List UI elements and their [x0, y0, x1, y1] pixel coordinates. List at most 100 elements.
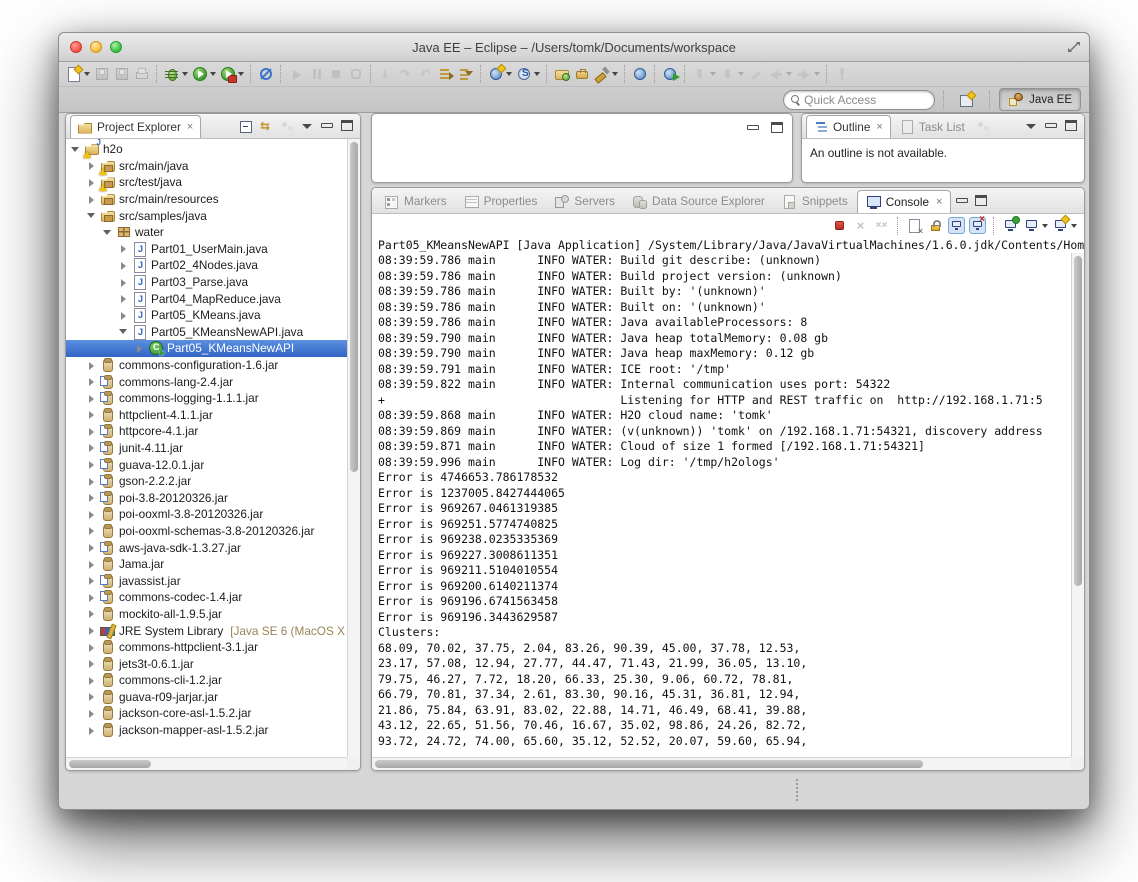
disclosure-triangle[interactable] — [86, 210, 97, 221]
dropdown-arrow-icon[interactable] — [506, 72, 512, 76]
disclosure-triangle[interactable] — [86, 426, 97, 437]
toolbar-button-forward[interactable] — [794, 63, 822, 85]
resize-icon[interactable] — [1067, 40, 1081, 59]
console-button-remove-all-terminated[interactable] — [872, 216, 891, 236]
minimize-view-button[interactable] — [318, 117, 336, 135]
disclosure-triangle[interactable] — [134, 343, 145, 354]
minimize-view-button[interactable] — [1042, 117, 1060, 135]
view-menu-button[interactable] — [298, 117, 316, 135]
toolbar-button-new-soap-service[interactable] — [514, 63, 542, 85]
tree-item-jackson-mapper-asl-1.5.2.jar[interactable]: jackson-mapper-asl-1.5.2.jar — [66, 722, 347, 739]
tree-item-guava-12.0.1.jar[interactable]: guava-12.0.1.jar — [66, 456, 347, 473]
scrollbar-thumb[interactable] — [350, 142, 358, 472]
close-icon[interactable]: × — [876, 121, 882, 133]
close-window-button[interactable] — [70, 41, 82, 53]
tree-item-guava-r09-jarjar.jar[interactable]: guava-r09-jarjar.jar — [66, 689, 347, 706]
minimize-window-button[interactable] — [90, 41, 102, 53]
console-button-remove-launch[interactable] — [851, 216, 870, 236]
console-button-open-console[interactable] — [1051, 216, 1078, 236]
toolbar-button-previous-annotation[interactable] — [718, 63, 746, 85]
disclosure-triangle[interactable] — [86, 592, 97, 603]
toolbar-button-save-as[interactable] — [112, 63, 132, 85]
tree-item-jre-system-library[interactable]: JRE System Library [Java SE 6 (MacOS X De — [66, 622, 347, 639]
disclosure-triangle[interactable] — [118, 260, 129, 271]
tree-item-src/main/resources[interactable]: src/main/resources — [66, 191, 347, 208]
open-perspective-button[interactable] — [953, 89, 981, 110]
disclosure-triangle[interactable] — [86, 542, 97, 553]
maximize-view-button[interactable] — [338, 117, 356, 135]
dropdown-arrow-icon[interactable] — [238, 72, 244, 76]
perspective-javaee-button[interactable]: Java EE — [999, 88, 1081, 111]
maximize-editor-button[interactable] — [768, 119, 786, 137]
toolbar-button-back[interactable] — [766, 63, 794, 85]
tree-item-part05_kmeansnewapi.java[interactable]: Part05_KMeansNewAPI.java — [66, 324, 347, 341]
toolbar-button-save[interactable] — [92, 63, 112, 85]
dropdown-arrow-icon[interactable] — [710, 72, 716, 76]
toolbar-button-resume[interactable] — [286, 63, 306, 85]
disclosure-triangle[interactable] — [86, 160, 97, 171]
disclosure-triangle[interactable] — [118, 277, 129, 288]
console-output[interactable]: 08:39:59.786 main INFO WATER: Build git … — [372, 253, 1071, 757]
maximize-view-button[interactable] — [1062, 117, 1080, 135]
tab-properties[interactable]: Properties — [456, 190, 546, 212]
tree-item-h2o[interactable]: h2o — [66, 139, 347, 158]
toolbar-button-debug[interactable] — [162, 63, 190, 85]
toolbar-button-step-over[interactable] — [396, 63, 416, 85]
console-button-clear-console[interactable] — [905, 216, 924, 236]
tree-item-httpcore-4.1.jar[interactable]: httpcore-4.1.jar — [66, 423, 347, 440]
tab-project-explorer[interactable]: Project Explorer × — [70, 115, 202, 138]
toolbar-button-web-browser[interactable] — [630, 63, 650, 85]
disclosure-triangle[interactable] — [86, 194, 97, 205]
zoom-window-button[interactable] — [110, 41, 122, 53]
disclosure-triangle[interactable] — [86, 658, 97, 669]
disclosure-triangle[interactable] — [86, 459, 97, 470]
tree-item-part03_parse.java[interactable]: Part03_Parse.java — [66, 274, 347, 291]
close-icon[interactable]: × — [187, 121, 193, 133]
tree-item-part01_usermain.java[interactable]: Part01_UserMain.java — [66, 241, 347, 258]
toolbar-button-use-step-filters[interactable] — [436, 63, 456, 85]
tab-servers[interactable]: Servers — [546, 190, 623, 212]
disclosure-triangle[interactable] — [102, 227, 113, 238]
toolbar-button-profile[interactable] — [592, 63, 620, 85]
minimize-view-button[interactable] — [953, 192, 971, 210]
titlebar[interactable]: Java EE – Eclipse – /Users/tomk/Document… — [59, 33, 1089, 62]
view-menu-button[interactable] — [1022, 117, 1040, 135]
disclosure-triangle[interactable] — [86, 675, 97, 686]
tree-item-commons-codec-1.4.jar[interactable]: commons-codec-1.4.jar — [66, 589, 347, 606]
tree-item-commons-configuration-1.6.jar[interactable]: commons-configuration-1.6.jar — [66, 357, 347, 374]
dropdown-arrow-icon[interactable] — [1042, 223, 1048, 228]
tree-item-poi-3.8-20120326.jar[interactable]: poi-3.8-20120326.jar — [66, 489, 347, 506]
status-drag-handle[interactable] — [796, 779, 798, 801]
disclosure-triangle[interactable] — [86, 525, 97, 536]
tree-item-part04_mapreduce.java[interactable]: Part04_MapReduce.java — [66, 290, 347, 307]
disclosure-triangle[interactable] — [86, 708, 97, 719]
toolbar-button-export[interactable] — [572, 63, 592, 85]
tree-item-jets3t-0.6.1.jar[interactable]: jets3t-0.6.1.jar — [66, 655, 347, 672]
dropdown-arrow-icon[interactable] — [814, 72, 820, 76]
console-horizontal-scrollbar[interactable] — [372, 757, 1071, 770]
tree-item-commons-httpclient-3.1.jar[interactable]: commons-httpclient-3.1.jar — [66, 639, 347, 656]
disclosure-triangle[interactable] — [70, 144, 81, 155]
toolbar-button-last-edit-location[interactable] — [746, 63, 766, 85]
disclosure-triangle[interactable] — [86, 177, 97, 188]
scrollbar-thumb[interactable] — [375, 760, 923, 768]
dropdown-arrow-icon[interactable] — [84, 72, 90, 76]
toolbar-button-suspend[interactable] — [306, 63, 326, 85]
minimize-editor-button[interactable] — [744, 119, 762, 137]
disclosure-triangle[interactable] — [86, 492, 97, 503]
tree-item-src/samples/java[interactable]: src/samples/java — [66, 207, 347, 224]
console-button-show-on-stderr[interactable] — [968, 215, 987, 236]
console-button-pin-console[interactable] — [1001, 216, 1020, 236]
toolbar-button-run-on-server[interactable] — [660, 63, 680, 85]
toolbar-button-run[interactable] — [190, 63, 218, 85]
dropdown-arrow-icon[interactable] — [182, 72, 188, 76]
toolbar-button-new-wizard[interactable] — [64, 63, 92, 85]
tab-markers[interactable]: Markers — [376, 190, 455, 212]
toolbar-button-step-return[interactable] — [416, 63, 436, 85]
link-with-editor-button[interactable] — [258, 117, 276, 135]
maximize-view-button[interactable] — [972, 192, 990, 210]
disclosure-triangle[interactable] — [86, 691, 97, 702]
collapse-all-button[interactable] — [238, 117, 256, 135]
project-explorer-vertical-scrollbar[interactable] — [347, 139, 360, 757]
tab-data-source-explorer[interactable]: Data Source Explorer — [624, 190, 773, 212]
